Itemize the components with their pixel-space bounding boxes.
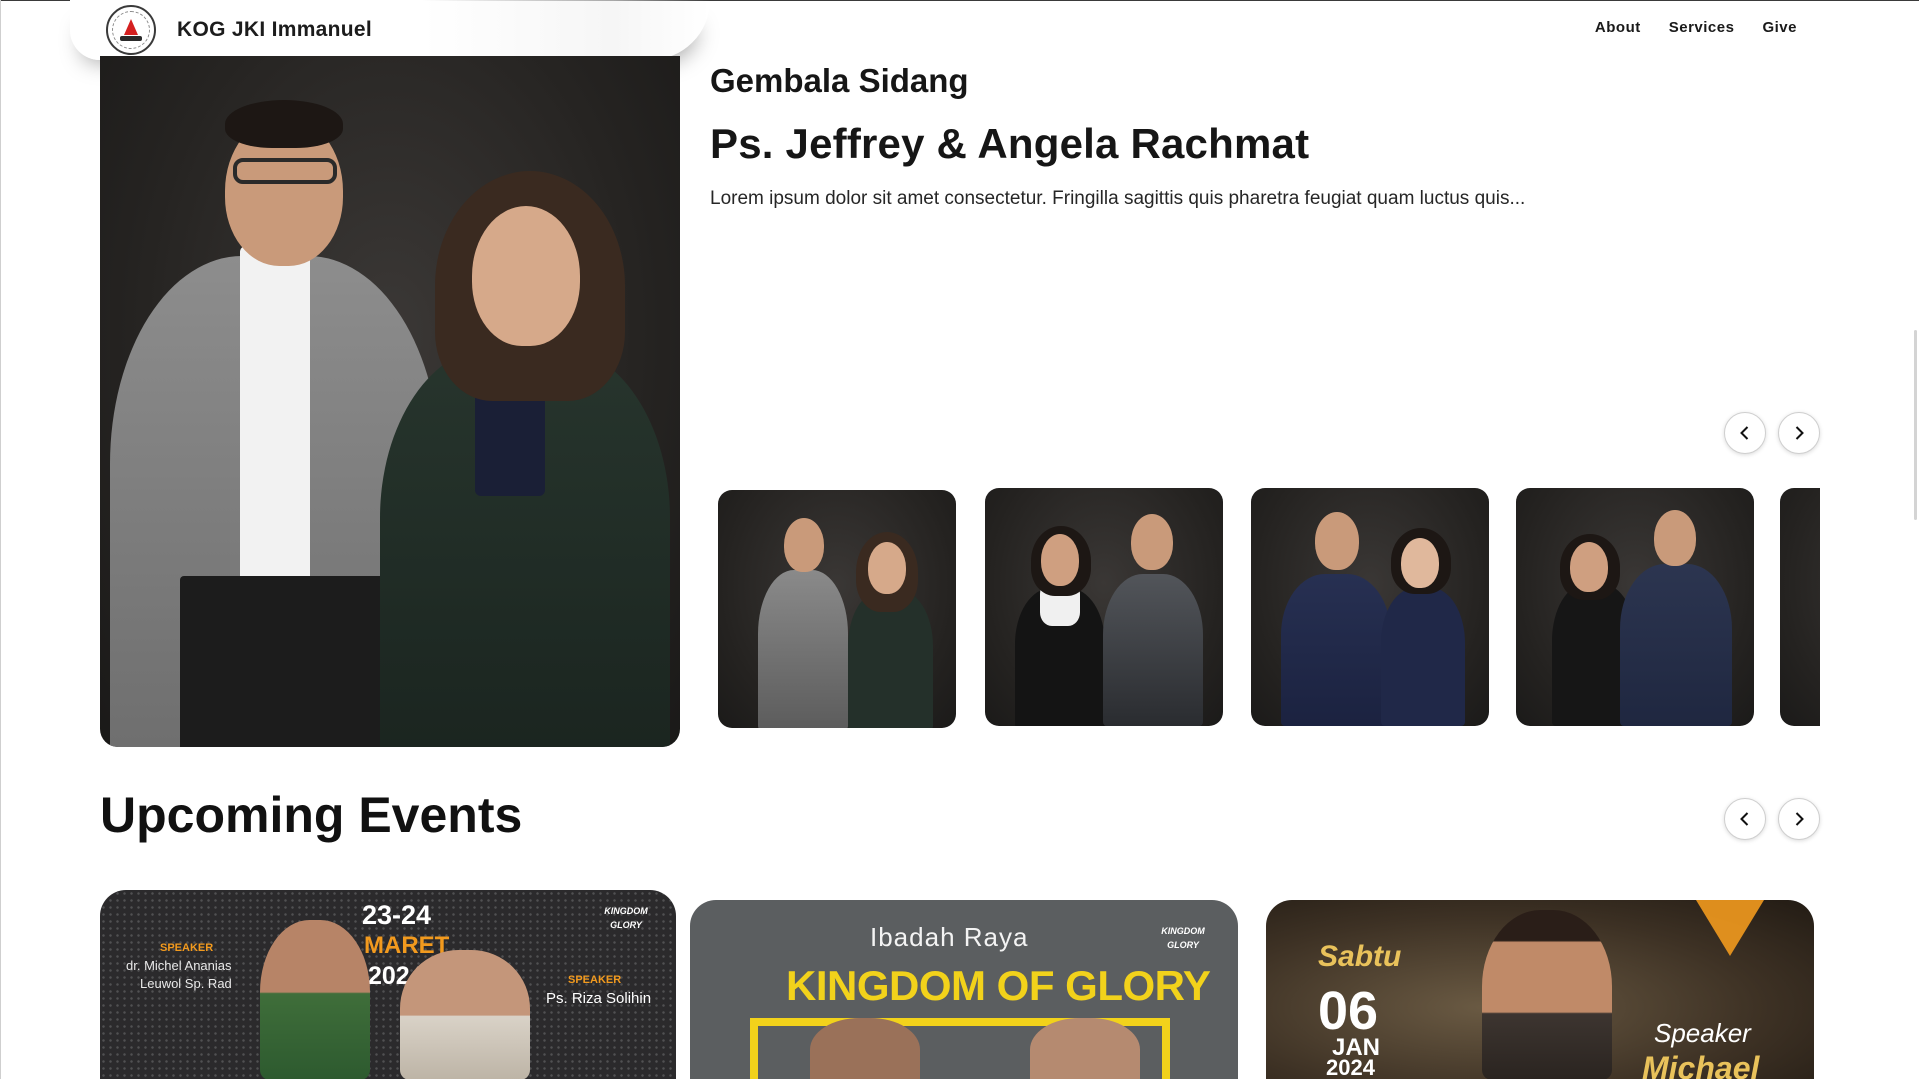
chevron-left-icon: [1740, 812, 1749, 826]
pastor-next-button[interactable]: [1778, 412, 1820, 454]
speaker-tag: Speaker: [1654, 1018, 1751, 1048]
speaker-photo-right: [400, 950, 530, 1079]
chevron-right-icon: [1795, 812, 1804, 826]
events-section-title: Upcoming Events: [100, 787, 523, 843]
chevron-left-icon: [1740, 426, 1749, 440]
pastor-thumbnail-carousel: [718, 488, 1820, 730]
thumb-figure-woman-head: [1041, 534, 1079, 586]
event-title: KINGDOM OF GLORY: [786, 962, 1211, 1009]
nav-about[interactable]: About: [1595, 19, 1641, 36]
pastor-role-label: Gembala Sidang: [710, 62, 969, 99]
photo-figure-man-hair: [225, 100, 343, 148]
pastor-thumbnail-1[interactable]: [718, 490, 956, 728]
pastor-thumbnail-5[interactable]: [1780, 488, 1820, 726]
thumb-figure-man: [758, 570, 848, 728]
nav-give[interactable]: Give: [1762, 19, 1797, 36]
thumb-figure-woman-head: [1401, 538, 1439, 588]
kingdom-glory-badge: KINGDOM GLORY: [604, 906, 648, 930]
logo-ring: [112, 11, 150, 49]
events-prev-button[interactable]: [1724, 798, 1766, 840]
speaker-photo-right: [1030, 1018, 1140, 1079]
brand-name[interactable]: KOG JKI Immanuel: [177, 18, 372, 42]
thumb-figure-man-head: [784, 518, 824, 572]
events-next-button[interactable]: [1778, 798, 1820, 840]
thumb-figure-man: [1281, 574, 1391, 726]
speaker-photo: [1482, 910, 1612, 1079]
thumb-figure-man: [1103, 574, 1203, 726]
event-date-day: 23-24: [362, 900, 432, 930]
event-date-number: 06: [1318, 981, 1379, 1041]
pastor-name: Ps. Jeffrey & Angela Rachmat: [710, 120, 1310, 167]
photo-figure-woman-head: [472, 206, 580, 346]
event-subtitle: Ibadah Raya: [870, 922, 1029, 952]
event-date-year: 2024: [1326, 1055, 1375, 1079]
church-logo[interactable]: [106, 5, 156, 55]
speaker-name-left-2: Leuwol Sp. Rad: [140, 976, 232, 991]
page-scrollbar[interactable]: [1914, 330, 1917, 520]
speaker-tag-right: SPEAKER: [568, 974, 622, 986]
pastor-prev-button[interactable]: [1724, 412, 1766, 454]
speaker-photo-left: [810, 1018, 920, 1079]
speaker-name: Michael: [1642, 1050, 1760, 1079]
pastor-thumbnail-3[interactable]: [1251, 488, 1489, 726]
chevron-right-icon: [1795, 426, 1804, 440]
speaker-name-right: Ps. Riza Solihin: [546, 990, 652, 1007]
thumb-figure-woman-head: [868, 542, 906, 594]
event-card-2[interactable]: Ibadah Raya KINGDOM OF GLORY KINGDOM GLO…: [690, 900, 1238, 1079]
thumb-figure-man-head: [1131, 514, 1173, 570]
thumb-figure-man: [1620, 564, 1732, 726]
main-nav: About Services Give: [1595, 19, 1797, 36]
thumb-figure-man-head: [1315, 512, 1359, 570]
brand-bar: KOG JKI Immanuel: [70, 0, 710, 60]
pastor-thumbnail-2[interactable]: [985, 488, 1223, 726]
nav-services[interactable]: Services: [1669, 19, 1735, 36]
event-card-1[interactable]: 23-24 MARET 2024 SPEAKER dr. Michel Anan…: [100, 890, 676, 1079]
pastor-description: Lorem ipsum dolor sit amet consectetur. …: [710, 188, 1526, 209]
event-card-3[interactable]: Sabtu 06 JAN 2024 Speaker Michael: [1266, 900, 1814, 1079]
star-icon: [1696, 900, 1764, 956]
speaker-photo-left: [260, 920, 370, 1079]
glasses-icon: [233, 158, 337, 184]
window-left-border: [0, 0, 1, 1079]
book-icon: [120, 36, 142, 41]
pastor-thumbnail-4[interactable]: [1516, 488, 1754, 726]
thumb-figure-man-head: [1654, 510, 1696, 566]
pastor-main-photo: [100, 56, 680, 747]
speaker-tag-left: SPEAKER: [160, 942, 214, 954]
speaker-name-left: dr. Michel Ananias: [126, 958, 232, 973]
event-day-label: Sabtu: [1318, 940, 1402, 973]
kingdom-glory-badge: KINGDOM GLORY: [1161, 926, 1205, 950]
thumb-figure-woman-head: [1570, 542, 1608, 592]
thumb-figure-woman: [1381, 588, 1465, 726]
photo-figure-man-shirt: [240, 246, 310, 606]
